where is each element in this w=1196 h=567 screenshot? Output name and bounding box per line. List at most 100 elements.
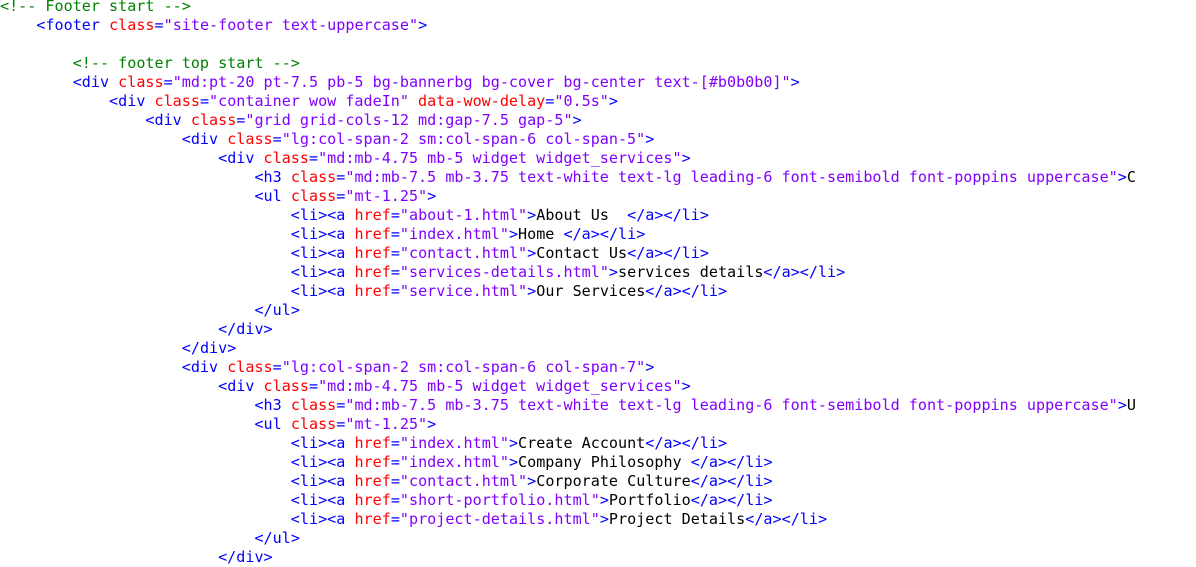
- code-line[interactable]: <h3 class="md:mb-7.5 mb-3.75 text-white …: [0, 396, 1136, 415]
- tag-name-token: li: [299, 453, 319, 471]
- punctuation-token: =: [390, 282, 400, 300]
- punctuation-token: >: [1117, 396, 1127, 414]
- tag-name-token: a: [663, 282, 673, 300]
- punctuation-token: ><: [318, 434, 337, 452]
- punctuation-token: <: [109, 92, 119, 110]
- punctuation-token: ></: [672, 434, 700, 452]
- punctuation-token: ><: [318, 282, 337, 300]
- tag-name-token: a: [763, 510, 773, 528]
- code-line[interactable]: <div class="md:mb-4.75 mb-5 widget widge…: [0, 377, 1136, 396]
- punctuation-token: <: [290, 510, 300, 528]
- text-token: C: [1126, 168, 1136, 186]
- punctuation-token: ></: [772, 510, 800, 528]
- tag-name-token: li: [699, 282, 719, 300]
- text-token: services details: [618, 263, 764, 281]
- code-line[interactable]: <!-- footer top start -->: [0, 54, 1136, 73]
- attribute-value-token: "container wow fadeIn": [209, 92, 409, 110]
- code-line[interactable]: <!-- Footer start -->: [0, 0, 1136, 16]
- tag-name-token: a: [781, 263, 791, 281]
- tag-name-token: li: [681, 244, 700, 262]
- punctuation-token: ></: [790, 263, 818, 281]
- code-line[interactable]: </div>: [0, 320, 1136, 339]
- attribute-token: class: [227, 358, 273, 376]
- tag-name-token: a: [336, 453, 346, 471]
- punctuation-token: >: [508, 434, 519, 452]
- code-line[interactable]: </ul>: [0, 529, 1136, 548]
- code-line[interactable]: <li><a href="service.html">Our Services<…: [0, 282, 1136, 301]
- attribute-token: class: [109, 16, 155, 34]
- tag-name-token: li: [299, 244, 319, 262]
- punctuation-token: =: [390, 244, 400, 262]
- punctuation-token: =: [154, 16, 164, 34]
- attribute-token: class: [227, 130, 273, 148]
- code-line[interactable]: <div class="lg:col-span-2 sm:col-span-6 …: [0, 130, 1136, 149]
- code-line[interactable]: <li><a href="contact.html">Contact Us</a…: [0, 244, 1136, 263]
- punctuation-token: ></: [654, 244, 682, 262]
- punctuation-token: >: [527, 472, 537, 490]
- tag-name-token: div: [118, 92, 146, 110]
- code-line[interactable]: </ul>: [0, 301, 1136, 320]
- tag-name-token: li: [299, 282, 319, 300]
- text-token: Our Services: [536, 282, 646, 300]
- tag-name-token: a: [336, 206, 346, 224]
- punctuation-token: </: [690, 491, 709, 509]
- code-line[interactable]: <li><a href="index.html">Company Philoso…: [0, 453, 1136, 472]
- code-editor[interactable]: <!-- Footer start --> <footer class="sit…: [0, 0, 1196, 567]
- punctuation-token: <: [254, 415, 264, 433]
- code-line[interactable]: <li><a href="contact.html">Corporate Cul…: [0, 472, 1136, 491]
- code-line[interactable]: <h3 class="md:mb-7.5 mb-3.75 text-white …: [0, 168, 1136, 187]
- punctuation-token: ><: [318, 491, 337, 509]
- code-area[interactable]: <!-- Footer start --> <footer class="sit…: [0, 0, 1136, 567]
- punctuation-token: =: [336, 187, 346, 205]
- tag-name-token: li: [745, 472, 764, 490]
- tag-name-token: div: [227, 149, 255, 167]
- code-line[interactable]: <li><a href="short-portfolio.html">Portf…: [0, 491, 1136, 510]
- punctuation-token: </: [627, 244, 646, 262]
- code-line[interactable]: </div>: [0, 339, 1136, 358]
- punctuation-token: >: [1117, 168, 1127, 186]
- punctuation-token: =: [545, 92, 555, 110]
- punctuation-token: ><: [318, 472, 337, 490]
- punctuation-token: <: [254, 187, 264, 205]
- code-line[interactable]: <ul class="mt-1.25">: [0, 415, 1136, 434]
- code-line[interactable]: <footer class="site-footer text-uppercas…: [0, 16, 1136, 35]
- code-line[interactable]: <li><a href="about-1.html">About Us </a>…: [0, 206, 1136, 225]
- attribute-token: class: [290, 415, 337, 433]
- punctuation-token: </: [690, 472, 709, 490]
- attribute-token: href: [354, 225, 391, 243]
- punctuation-token: ></: [654, 206, 682, 224]
- attribute-token: class: [118, 73, 164, 91]
- code-line[interactable]: <ul class="mt-1.25">: [0, 187, 1136, 206]
- punctuation-token: ><: [318, 244, 337, 262]
- punctuation-token: >: [645, 130, 655, 148]
- punctuation-token: <: [218, 149, 228, 167]
- code-line[interactable]: <li><a href="index.html">Create Account<…: [0, 434, 1136, 453]
- punctuation-token: <: [290, 225, 300, 243]
- code-line[interactable]: <li><a href="index.html">Home </a></li>: [0, 225, 1136, 244]
- code-line[interactable]: <div class="grid grid-cols-12 md:gap-7.5…: [0, 111, 1136, 130]
- punctuation-token: >: [763, 453, 773, 471]
- code-line[interactable]: <div class="container wow fadeIn" data-w…: [0, 92, 1136, 111]
- attribute-token: href: [354, 491, 391, 509]
- code-line[interactable]: <div class="md:pt-20 pt-7.5 pb-5 bg-bann…: [0, 73, 1136, 92]
- punctuation-token: </: [563, 225, 582, 243]
- code-line[interactable]: <div class="md:mb-4.75 mb-5 widget widge…: [0, 149, 1136, 168]
- code-line[interactable]: <li><a href="project-details.html">Proje…: [0, 510, 1136, 529]
- tag-name-token: div: [227, 377, 255, 395]
- attribute-value-token: "md:mb-4.75 mb-5 widget widget_services": [318, 149, 682, 167]
- attribute-value-token: "0.5s": [554, 92, 609, 110]
- tag-name-token: a: [336, 491, 346, 509]
- code-line[interactable]: [0, 35, 1136, 54]
- code-line[interactable]: <div class="lg:col-span-2 sm:col-span-6 …: [0, 358, 1136, 377]
- punctuation-token: <: [290, 206, 300, 224]
- attribute-value-token: "mt-1.25": [345, 187, 428, 205]
- code-line[interactable]: </div>: [0, 548, 1136, 567]
- code-line[interactable]: <li><a href="services-details.html">serv…: [0, 263, 1136, 282]
